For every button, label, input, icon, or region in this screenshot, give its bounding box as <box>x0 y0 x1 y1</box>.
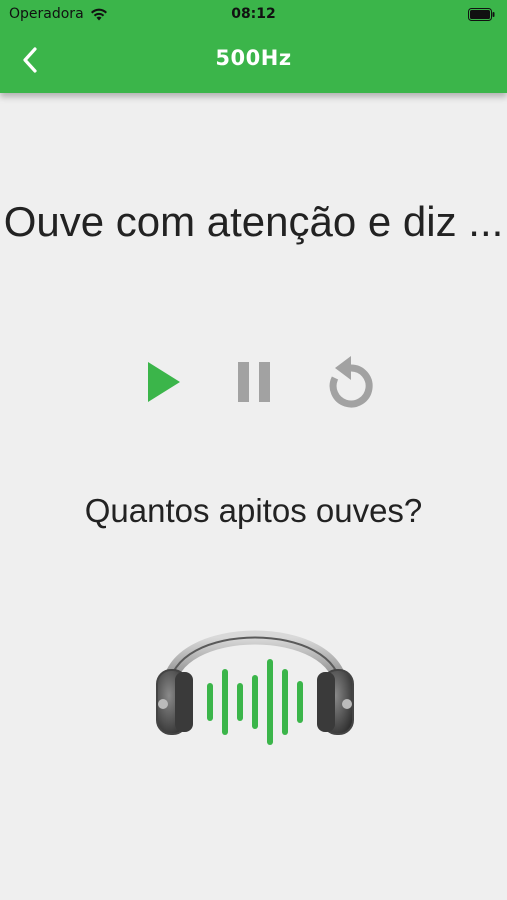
status-time: 08:12 <box>231 6 276 22</box>
headphones-icon <box>156 630 354 745</box>
page-title: 500Hz <box>215 46 292 70</box>
play-button[interactable] <box>132 350 192 414</box>
pause-button[interactable] <box>224 350 284 414</box>
replay-icon <box>329 356 373 408</box>
screen: Operadora 08:12 500Hz Ouve com atenção e… <box>0 0 507 900</box>
question-text: Quantos apitos ouves? <box>84 492 423 529</box>
headphones-illustration <box>155 600 355 750</box>
instruction-text: Ouve com atenção e diz ... <box>3 198 504 245</box>
status-bar: Operadora 08:12 <box>0 0 507 30</box>
play-icon <box>148 362 180 402</box>
app-header: Operadora 08:12 500Hz <box>0 0 507 93</box>
playback-controls <box>0 350 507 414</box>
replay-button[interactable] <box>321 350 381 414</box>
pause-icon <box>238 362 270 402</box>
nav-bar: 500Hz <box>0 30 507 90</box>
battery-icon <box>468 8 495 25</box>
